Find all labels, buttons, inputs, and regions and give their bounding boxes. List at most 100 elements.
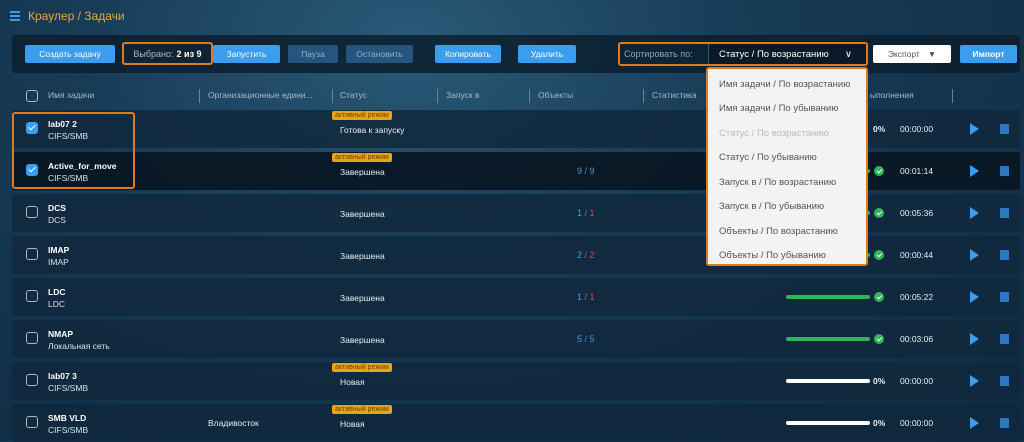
task-name[interactable]: SMB VLD bbox=[48, 413, 86, 423]
row-checkbox[interactable] bbox=[26, 206, 38, 218]
play-icon[interactable] bbox=[970, 291, 979, 303]
duration: 00:01:14 bbox=[900, 166, 934, 176]
task-type: CIFS/SMB bbox=[48, 383, 89, 393]
objects-count: 5 / 5 bbox=[577, 334, 595, 344]
duration: 00:03:06 bbox=[900, 334, 934, 344]
play-icon[interactable] bbox=[970, 165, 979, 177]
menu-icon[interactable] bbox=[10, 11, 20, 21]
row-checkbox[interactable] bbox=[26, 416, 38, 428]
duration: 00:00:00 bbox=[900, 376, 934, 386]
play-icon[interactable] bbox=[970, 249, 979, 261]
play-icon[interactable] bbox=[970, 375, 979, 387]
task-status: Завершена bbox=[340, 209, 385, 219]
sort-option[interactable]: Запуск в / По убыванию bbox=[708, 195, 866, 220]
col-separator[interactable] bbox=[199, 89, 200, 103]
stop-icon[interactable] bbox=[1000, 208, 1009, 218]
table-row[interactable]: lab07 3 CIFS/SMB активный режим Новая 0% 00… bbox=[12, 362, 1020, 400]
selected-label: Выбрано: bbox=[133, 48, 174, 59]
progress-bar bbox=[786, 295, 870, 299]
sort-option[interactable]: Объекты / По убыванию bbox=[708, 244, 866, 269]
task-name[interactable]: NMAP bbox=[48, 329, 73, 339]
col-progress[interactable]: ыполнения bbox=[870, 90, 914, 100]
table-row[interactable]: NMAP Локальная сеть Завершена 5 / 5 00:03:… bbox=[12, 320, 1020, 358]
task-type: IMAP bbox=[48, 257, 69, 267]
task-name[interactable]: LDC bbox=[48, 287, 65, 297]
table-row[interactable]: LDC LDC Завершена 1 / 1 00:05:22 bbox=[12, 278, 1020, 316]
create-task-button[interactable]: Создать задачу bbox=[25, 45, 115, 63]
row-checkbox[interactable] bbox=[26, 290, 38, 302]
stop-icon[interactable] bbox=[1000, 124, 1009, 134]
col-start[interactable]: Запуск в bbox=[446, 90, 479, 100]
stop-icon[interactable] bbox=[1000, 250, 1009, 260]
objects-count: 1 / 1 bbox=[577, 208, 595, 218]
duration: 00:05:22 bbox=[900, 292, 934, 302]
sort-value[interactable]: Статус / По возрастанию ∨ bbox=[708, 44, 866, 64]
objects-total: 9 bbox=[589, 166, 595, 176]
stop-icon[interactable] bbox=[1000, 334, 1009, 344]
start-button[interactable]: Запустить bbox=[213, 45, 280, 63]
export-button[interactable]: Экспорт ▼ bbox=[873, 45, 951, 63]
stop-icon[interactable] bbox=[1000, 292, 1009, 302]
task-status: Завершена bbox=[340, 167, 385, 177]
table-row[interactable]: SMB VLD CIFS/SMB Владивосток активный реж… bbox=[12, 404, 1020, 442]
sort-option[interactable]: Запуск в / По возрастанию bbox=[708, 170, 866, 195]
copy-button[interactable]: Копировать bbox=[435, 45, 501, 63]
sort-value-text: Статус / По возрастанию bbox=[719, 48, 829, 60]
table-row[interactable]: DCS DCS Завершена 1 / 1 00:05:36 bbox=[12, 194, 1020, 232]
col-separator[interactable] bbox=[952, 89, 953, 103]
col-objects[interactable]: Объекты bbox=[538, 90, 573, 100]
task-status: Завершена bbox=[340, 293, 385, 303]
col-separator[interactable] bbox=[643, 89, 644, 103]
import-button[interactable]: Импорт bbox=[960, 45, 1017, 63]
duration: 00:00:44 bbox=[900, 250, 934, 260]
row-checkbox[interactable] bbox=[26, 332, 38, 344]
col-separator[interactable] bbox=[332, 89, 333, 103]
sort-option[interactable]: Имя задачи / По убыванию bbox=[708, 97, 866, 122]
select-all-checkbox[interactable] bbox=[26, 90, 38, 102]
row-checkbox[interactable] bbox=[26, 248, 38, 260]
sort-select[interactable]: Сортировать по: Статус / По возрастанию ∨ bbox=[618, 42, 868, 66]
sort-dropdown: Имя задачи / По возрастанию Имя задачи / … bbox=[706, 67, 868, 266]
table-row[interactable]: lab07 2 CIFS/SMB активный режим Готова к … bbox=[12, 110, 1020, 148]
chevron-down-icon: ∨ bbox=[845, 48, 852, 60]
table-row[interactable]: IMAP IMAP Завершена 2 / 2 00:00:44 bbox=[12, 236, 1020, 274]
task-type: CIFS/SMB bbox=[48, 425, 89, 435]
play-icon[interactable] bbox=[970, 123, 979, 135]
objects-total: 1 bbox=[589, 208, 595, 218]
delete-button[interactable]: Удалить bbox=[518, 45, 576, 63]
objects-count: 1 / 1 bbox=[577, 292, 595, 302]
stop-icon[interactable] bbox=[1000, 418, 1009, 428]
col-separator[interactable] bbox=[437, 89, 438, 103]
task-org: Владивосток bbox=[208, 418, 259, 428]
play-icon[interactable] bbox=[970, 207, 979, 219]
stop-icon[interactable] bbox=[1000, 376, 1009, 386]
row-checkbox[interactable] bbox=[26, 374, 38, 386]
col-separator[interactable] bbox=[529, 89, 530, 103]
stop-button[interactable]: Остановить bbox=[346, 45, 413, 63]
progress-bar bbox=[786, 337, 870, 341]
sort-option[interactable]: Статус / По убыванию bbox=[708, 146, 866, 171]
duration: 00:00:00 bbox=[900, 124, 934, 134]
col-org[interactable]: Организационные едини... bbox=[208, 90, 313, 100]
task-name[interactable]: lab07 3 bbox=[48, 371, 77, 381]
pause-button[interactable]: Пауза bbox=[288, 45, 338, 63]
col-name[interactable]: Имя задачи bbox=[48, 90, 94, 100]
sort-option[interactable]: Статус / По возрастанию bbox=[708, 121, 866, 146]
check-circle-icon bbox=[874, 334, 884, 344]
duration: 00:05:36 bbox=[900, 208, 934, 218]
progress-bar bbox=[786, 379, 870, 383]
task-name[interactable]: IMAP bbox=[48, 245, 69, 255]
play-icon[interactable] bbox=[970, 417, 979, 429]
task-name[interactable]: DCS bbox=[48, 203, 66, 213]
sort-option[interactable]: Объекты / По возрастанию bbox=[708, 219, 866, 244]
col-status[interactable]: Статус bbox=[340, 90, 367, 100]
table-row[interactable]: Active_for_move CIFS/SMB активный режим З… bbox=[12, 152, 1020, 190]
task-type: LDC bbox=[48, 299, 66, 309]
play-icon[interactable] bbox=[970, 333, 979, 345]
page-header: Краулер / Задачи bbox=[10, 9, 125, 23]
objects-count: 2 / 2 bbox=[577, 250, 595, 260]
col-stats[interactable]: Статистика bbox=[652, 90, 697, 100]
sort-option[interactable]: Имя задачи / По возрастанию bbox=[708, 72, 866, 97]
stop-icon[interactable] bbox=[1000, 166, 1009, 176]
check-circle-icon bbox=[874, 292, 884, 302]
